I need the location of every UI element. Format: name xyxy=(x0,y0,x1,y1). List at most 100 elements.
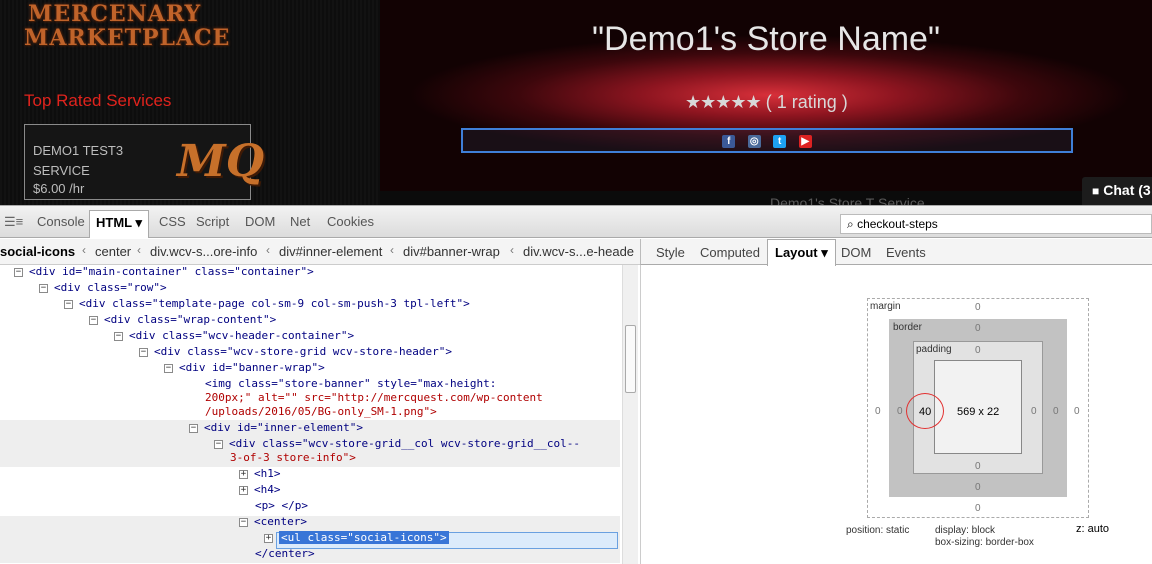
inspect-icon[interactable]: ☰≡ xyxy=(4,214,23,230)
collapse-icon[interactable]: − xyxy=(114,331,123,341)
tree-node[interactable]: − <div id="banner-wrap"> xyxy=(164,361,325,375)
side-panel-tabs: Style Computed Layout ▾ DOM Events xyxy=(640,239,1152,266)
rating-text[interactable]: ( 1 rating ) xyxy=(766,92,848,112)
store-rating: ★★★★★ ( 1 rating ) xyxy=(685,92,848,113)
tab-console[interactable]: Console xyxy=(37,214,85,229)
breadcrumb-separator-icon: ‹ xyxy=(390,243,394,257)
breadcrumb-item[interactable]: div.wcv-s...e-heade xyxy=(523,244,634,259)
tab-css[interactable]: CSS xyxy=(159,214,186,229)
expand-icon[interactable]: + xyxy=(239,469,248,479)
margin-right-value[interactable]: 0 xyxy=(1074,406,1080,417)
tree-node[interactable]: − <div class="wcv-store-grid wcv-store-he… xyxy=(139,345,452,359)
border-left-value[interactable]: 0 xyxy=(897,406,903,417)
breadcrumb-item[interactable]: div#inner-element xyxy=(279,244,382,259)
rating-stars-icon: ★★★★★ xyxy=(685,92,762,112)
chat-icon: ■ xyxy=(1092,184,1100,198)
tab-script[interactable]: Script xyxy=(196,214,229,229)
padding-top-value[interactable]: 0 xyxy=(975,345,981,356)
tab-style[interactable]: Style xyxy=(656,245,685,260)
collapse-icon[interactable]: − xyxy=(14,267,23,277)
tree-scrollbar[interactable] xyxy=(622,265,638,564)
devtools-panel: ☰≡ Console HTML ▾ CSS Script DOM Net Coo… xyxy=(0,205,1152,564)
top-rated-heading: Top Rated Services xyxy=(24,91,172,110)
tab-side-dom[interactable]: DOM xyxy=(841,245,871,260)
padding-bottom-value[interactable]: 0 xyxy=(975,461,981,472)
tab-layout[interactable]: Layout ▾ xyxy=(767,239,836,266)
left-column: MERCENARY MARKETPLACE Top Rated Services… xyxy=(0,0,380,205)
tree-node[interactable]: <img class="store-banner" style="max-hei… xyxy=(205,377,496,391)
youtube-icon[interactable]: ▶ xyxy=(798,135,812,149)
collapse-icon[interactable]: − xyxy=(164,363,173,373)
breadcrumb-item[interactable]: div.wcv-s...ore-info xyxy=(150,244,257,259)
chat-button[interactable]: ■ Chat (3 xyxy=(1082,177,1152,205)
breadcrumb: social-icons ‹ center ‹ div.wcv-s...ore-… xyxy=(0,239,640,265)
margin-top-value[interactable]: 0 xyxy=(975,302,981,313)
social-icons-highlight: f ◎ t ▶ xyxy=(461,128,1073,153)
breadcrumb-separator-icon: ‹ xyxy=(82,243,86,257)
search-icon: ⌕ xyxy=(847,217,854,231)
collapse-icon[interactable]: − xyxy=(64,299,73,309)
tree-node-continued: 200px;" alt="" src="http://mercquest.com… xyxy=(205,391,543,404)
collapse-icon[interactable]: − xyxy=(189,423,198,433)
tab-dom[interactable]: DOM xyxy=(245,214,275,229)
breadcrumb-item[interactable]: div#banner-wrap xyxy=(403,244,500,259)
tree-node[interactable]: − <div id="inner-element"> xyxy=(189,421,363,435)
tab-html[interactable]: HTML ▾ xyxy=(89,210,150,238)
breadcrumb-item[interactable]: social-icons xyxy=(0,244,75,259)
service-card[interactable]: DEMO1 TEST3 SERVICE $6.00 /hr MQ xyxy=(24,124,265,200)
facebook-icon[interactable]: f xyxy=(722,135,736,149)
chat-label: Chat (3 xyxy=(1103,182,1151,198)
devtools-toolbar: ☰≡ Console HTML ▾ CSS Script DOM Net Coo… xyxy=(0,206,1152,238)
tree-node[interactable]: <p> </p> xyxy=(255,499,308,513)
tab-events[interactable]: Events xyxy=(886,245,926,260)
tree-node[interactable]: − <center> xyxy=(239,515,307,529)
tree-node[interactable]: − <div class="wcv-store-grid__col wcv-sto… xyxy=(214,437,580,451)
scrollbar-thumb[interactable] xyxy=(625,325,636,393)
margin-left-value[interactable]: 0 xyxy=(875,406,881,417)
border-top-value[interactable]: 0 xyxy=(975,323,981,334)
tree-node-continued: 3-of-3 store-info"> xyxy=(230,451,356,464)
site-logo[interactable]: MERCENARY MARKETPLACE xyxy=(24,2,254,60)
border-right-value[interactable]: 0 xyxy=(1053,406,1059,417)
mq-logo: MQ xyxy=(177,136,265,187)
screenshot-root: MERCENARY MARKETPLACE Top Rated Services… xyxy=(0,0,1152,564)
padding-label: padding xyxy=(916,344,952,355)
collapse-icon[interactable]: − xyxy=(239,517,248,527)
collapse-icon[interactable]: − xyxy=(214,439,223,449)
expand-icon[interactable]: + xyxy=(264,533,273,543)
tab-computed[interactable]: Computed xyxy=(700,245,760,260)
twitter-icon[interactable]: t xyxy=(773,135,787,149)
search-value: checkout-steps xyxy=(857,217,938,231)
display-info: display: block xyxy=(935,525,996,536)
tree-node[interactable]: </center> xyxy=(255,547,315,561)
selected-tree-node[interactable]: + <ul class="social-icons"> xyxy=(264,531,449,545)
tree-node[interactable]: − <div id="main-container" class="contain… xyxy=(14,265,314,279)
store-banner: "Demo1's Store Name" ★★★★★ ( 1 rating ) … xyxy=(380,0,1152,191)
tab-cookies[interactable]: Cookies xyxy=(327,214,374,229)
logo-line-1: MERCENARY xyxy=(28,1,202,27)
store-name: "Demo1's Store Name" xyxy=(591,20,941,58)
instagram-icon[interactable]: ◎ xyxy=(747,135,761,149)
expand-icon[interactable]: + xyxy=(239,485,248,495)
border-bottom-value[interactable]: 0 xyxy=(975,482,981,493)
collapse-icon[interactable]: − xyxy=(39,283,48,293)
tree-node[interactable]: − <div class="wrap-content"> xyxy=(89,313,276,327)
tree-node[interactable]: + <h4> xyxy=(239,483,281,497)
logo-line-2: MARKETPLACE xyxy=(24,25,231,51)
border-label: border xyxy=(893,322,922,333)
tree-node[interactable]: + <h1> xyxy=(239,467,281,481)
tree-node[interactable]: − <div class="wcv-header-container"> xyxy=(114,329,354,343)
breadcrumb-item[interactable]: center xyxy=(95,244,131,259)
tree-node[interactable]: − <div class="row"> xyxy=(39,281,167,295)
search-input[interactable]: ⌕ checkout-steps xyxy=(840,214,1152,234)
tab-net[interactable]: Net xyxy=(290,214,310,229)
margin-bottom-value[interactable]: 0 xyxy=(975,503,981,514)
tree-node[interactable]: − <div class="template-page col-sm-9 col-… xyxy=(64,297,470,311)
collapse-icon[interactable]: − xyxy=(139,347,148,357)
content-size: 569 x 22 xyxy=(957,406,1000,418)
z-index-info: z: auto xyxy=(1076,523,1110,535)
padding-right-value[interactable]: 0 xyxy=(1031,406,1037,417)
red-annotation-circle xyxy=(906,393,944,429)
breadcrumb-separator-icon: ‹ xyxy=(266,243,270,257)
collapse-icon[interactable]: − xyxy=(89,315,98,325)
